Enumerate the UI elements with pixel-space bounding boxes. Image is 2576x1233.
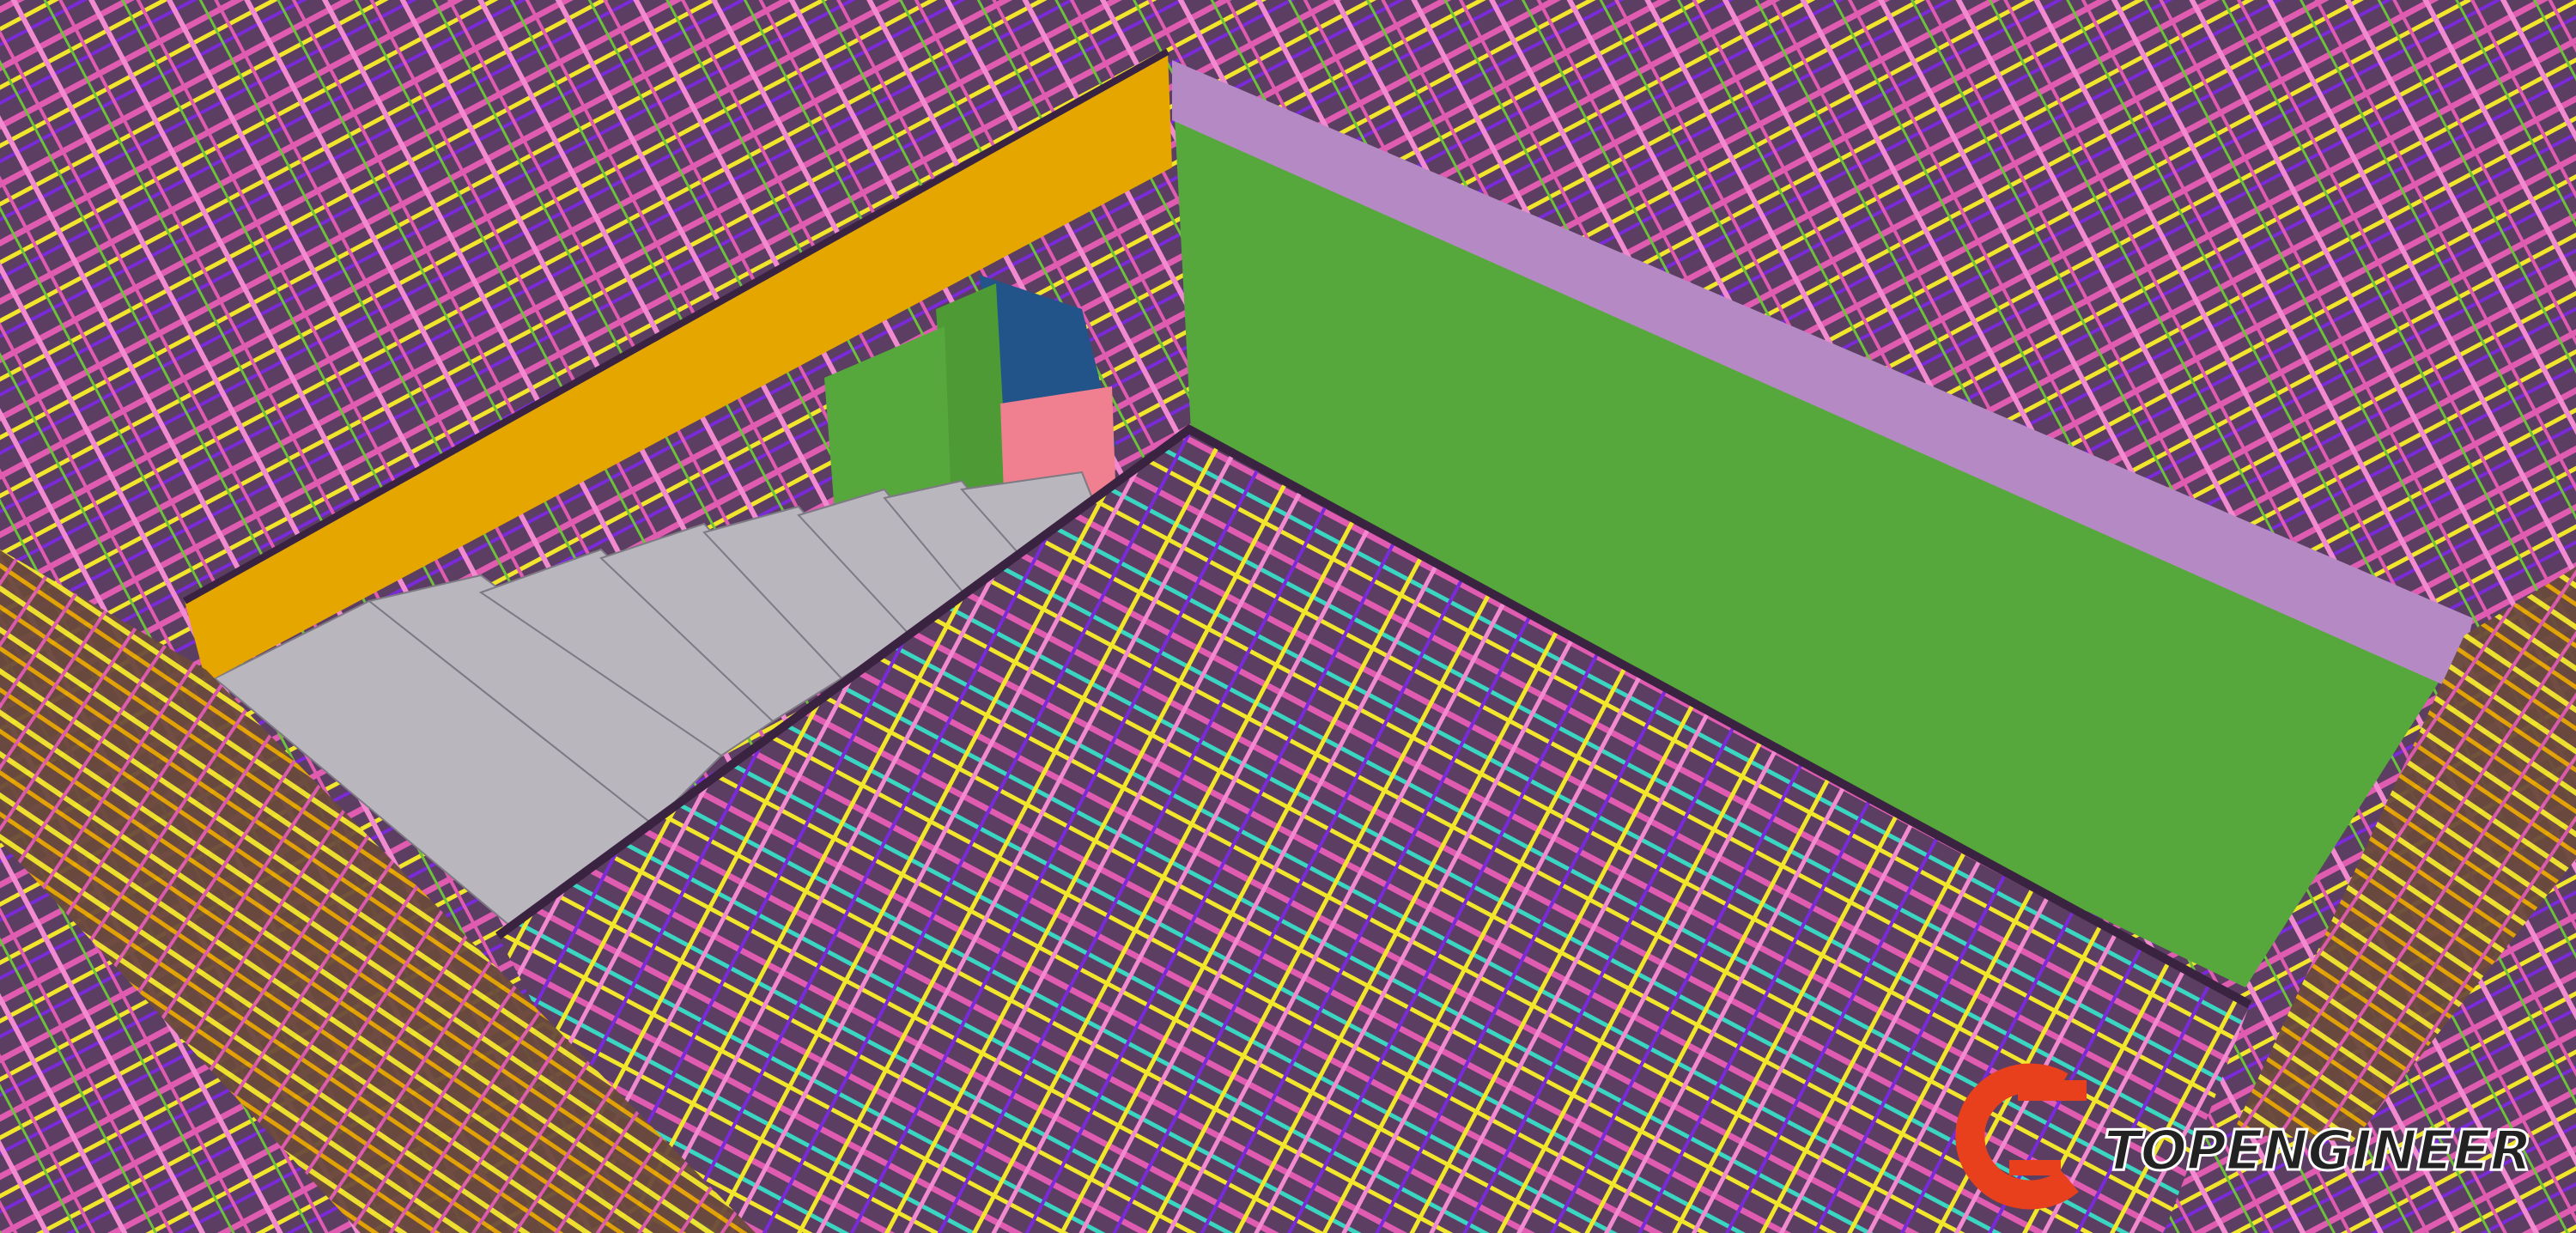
- logo-text: TOPENGINEER: [2104, 1120, 2531, 1183]
- rebar-scene: TOPENGINEER: [0, 0, 2576, 1233]
